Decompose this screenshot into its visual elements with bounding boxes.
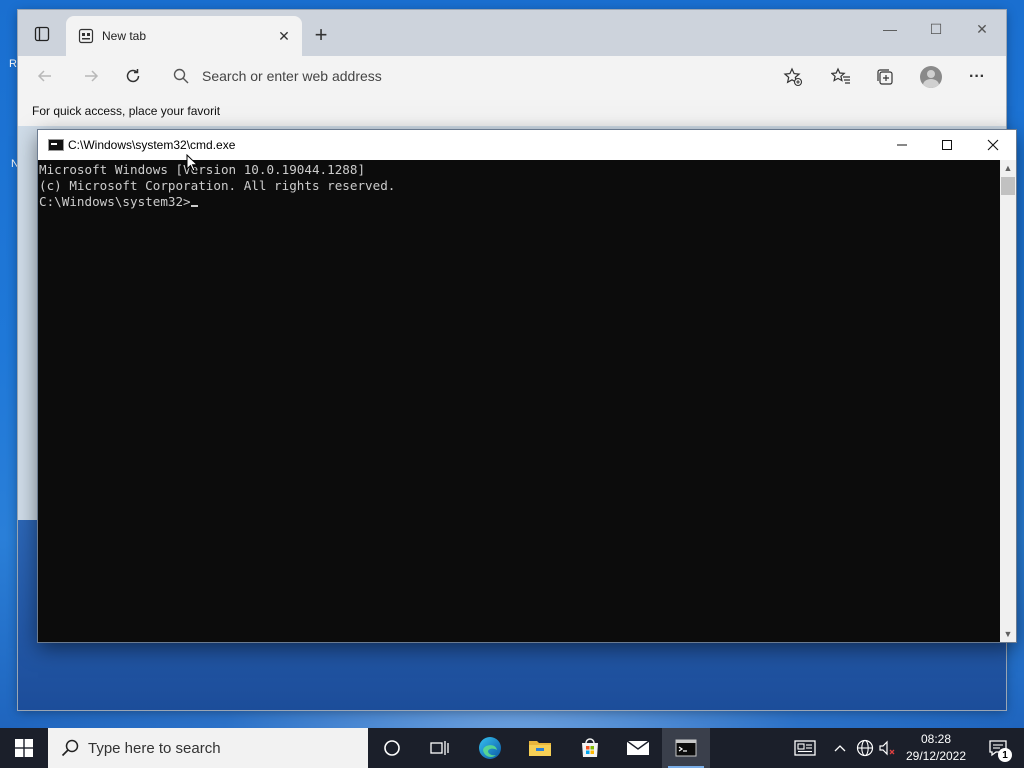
- cmd-title: C:\Windows\system32\cmd.exe: [68, 138, 236, 152]
- console-prompt: C:\Windows\system32>: [39, 194, 191, 209]
- cmd-icon: [48, 139, 64, 151]
- cmd-window[interactable]: C:\Windows\system32\cmd.exe Microsoft Wi…: [38, 130, 1016, 642]
- favorites-bar-hint: For quick access, place your favorit: [32, 104, 221, 118]
- close-icon: [987, 139, 999, 151]
- file-explorer-icon: [529, 741, 551, 756]
- new-tab-page-icon: [78, 28, 94, 44]
- search-placeholder: Type here to search: [88, 740, 221, 757]
- profile-button[interactable]: [920, 66, 942, 88]
- tab-actions-icon: [34, 26, 50, 42]
- cmd-close-button[interactable]: [970, 130, 1016, 160]
- taskbar-search-box[interactable]: Type here to search: [48, 728, 368, 768]
- search-icon: [61, 739, 79, 757]
- tab-actions-button[interactable]: [30, 22, 54, 46]
- forward-button[interactable]: [78, 64, 104, 88]
- favorites-button[interactable]: [830, 66, 852, 88]
- volume-button[interactable]: [876, 728, 898, 768]
- add-favorite-button[interactable]: [782, 66, 804, 88]
- edge-icon: [479, 737, 501, 759]
- scroll-up-icon[interactable]: ▲: [1000, 160, 1016, 176]
- cortana-button[interactable]: [368, 728, 416, 768]
- cmd-console[interactable]: Microsoft Windows [Version 10.0.19044.12…: [38, 160, 1000, 642]
- tab-new-tab[interactable]: New tab ✕: [66, 16, 302, 56]
- mail-icon: [626, 740, 650, 755]
- clock-date: 29/12/2022: [905, 749, 967, 763]
- show-hidden-icons-button[interactable]: [830, 728, 850, 768]
- cmd-minimize-button[interactable]: [879, 130, 925, 160]
- text-cursor: [190, 205, 198, 207]
- globe-icon: [856, 739, 874, 757]
- cmd-scrollbar[interactable]: ▲ ▼: [1000, 160, 1016, 642]
- news-icon: [794, 740, 816, 756]
- console-line: (c) Microsoft Corporation. All rights re…: [39, 178, 396, 193]
- task-view-button[interactable]: [416, 728, 464, 768]
- mouse-pointer-icon: [186, 154, 198, 172]
- browser-minimize-button[interactable]: —: [876, 18, 904, 40]
- edge-taskbar-button[interactable]: [466, 728, 514, 768]
- cmd-title-bar[interactable]: C:\Windows\system32\cmd.exe: [38, 130, 1016, 160]
- store-icon: [582, 738, 598, 757]
- task-view-icon: [430, 741, 449, 755]
- search-icon: [173, 68, 189, 84]
- back-button[interactable]: [32, 64, 58, 88]
- taskbar: Type here to search 08:28 29/12/2022 1: [0, 728, 1024, 768]
- maximize-icon: [942, 140, 952, 150]
- windows-logo-icon: [15, 739, 33, 757]
- collections-icon: [877, 69, 893, 85]
- mail-button[interactable]: [614, 728, 662, 768]
- collections-button[interactable]: [874, 66, 896, 88]
- new-tab-button[interactable]: +: [310, 22, 332, 47]
- cmd-taskbar-button[interactable]: [662, 728, 710, 768]
- avatar: [920, 66, 942, 88]
- tab-title: New tab: [102, 29, 147, 43]
- scroll-down-icon[interactable]: ▼: [1000, 626, 1016, 642]
- store-button[interactable]: [566, 728, 614, 768]
- browser-toolbar: Search or enter web address ···: [18, 56, 1006, 96]
- clock[interactable]: 08:28 29/12/2022: [900, 731, 972, 765]
- favorites-bar: For quick access, place your favorit: [18, 96, 1006, 126]
- favorites-icon: [831, 67, 850, 84]
- refresh-icon: [126, 69, 140, 83]
- network-button[interactable]: [854, 728, 876, 768]
- address-placeholder: Search or enter web address: [202, 68, 382, 84]
- action-center-button[interactable]: 1: [978, 728, 1018, 768]
- forward-arrow-icon: [85, 70, 99, 82]
- cortana-icon: [384, 740, 400, 756]
- notification-count-badge: 1: [998, 748, 1012, 762]
- news-widget-button[interactable]: [788, 728, 822, 768]
- console-line: Microsoft Windows [Version 10.0.19044.12…: [39, 162, 366, 177]
- clock-time: 08:28: [920, 732, 952, 746]
- settings-more-button[interactable]: ···: [966, 66, 988, 88]
- desktop-icon-label[interactable]: R: [9, 58, 17, 70]
- refresh-button[interactable]: [120, 64, 146, 88]
- address-bar[interactable]: Search or enter web address: [164, 62, 764, 90]
- cmd-maximize-button[interactable]: [924, 130, 970, 160]
- browser-maximize-button[interactable]: ☐: [922, 18, 950, 40]
- cmd-icon: [675, 739, 697, 757]
- start-button[interactable]: [0, 728, 48, 768]
- browser-close-button[interactable]: ✕: [968, 18, 996, 40]
- console-prompt-line: C:\Windows\system32>: [39, 194, 1000, 210]
- back-arrow-icon: [37, 70, 51, 82]
- tab-strip: New tab ✕ + — ☐ ✕: [18, 10, 1006, 56]
- star-add-icon: [783, 67, 803, 87]
- close-tab-icon[interactable]: ✕: [276, 28, 292, 44]
- scroll-thumb[interactable]: [1001, 177, 1015, 195]
- minimize-icon: [897, 144, 907, 146]
- file-explorer-button[interactable]: [516, 728, 564, 768]
- speaker-muted-icon: [879, 740, 895, 756]
- chevron-up-icon: [834, 745, 846, 752]
